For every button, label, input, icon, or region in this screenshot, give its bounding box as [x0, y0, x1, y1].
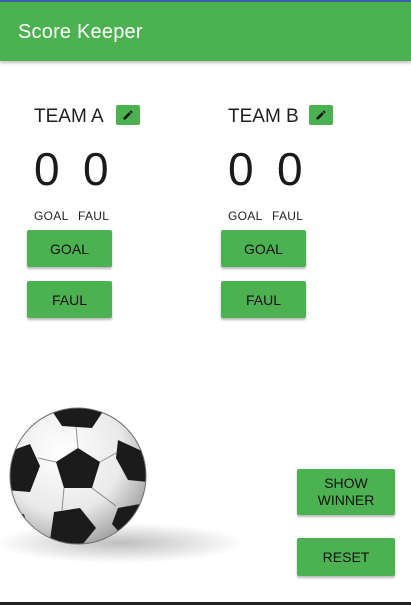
- pencil-icon: [316, 110, 326, 120]
- team-a-goal-score: 0: [34, 143, 60, 195]
- team-b-panel: TEAM B 0 0 GOAL FAUL GOAL FAUL: [221, 100, 408, 330]
- soccer-ball-image: [0, 407, 245, 563]
- show-winner-button[interactable]: SHOW WINNER: [297, 469, 395, 515]
- reset-button[interactable]: RESET: [297, 538, 395, 576]
- team-a-goal-label: GOAL: [34, 209, 69, 223]
- show-winner-label: SHOW WINNER: [317, 475, 375, 508]
- app-bar: Score Keeper: [0, 0, 411, 61]
- team-a-edit-button[interactable]: [116, 105, 140, 125]
- team-a-faul-label: FAUL: [78, 209, 110, 223]
- team-a-faul-score: 0: [83, 143, 109, 195]
- team-b-name: TEAM B: [228, 106, 299, 127]
- team-a-faul-button[interactable]: FAUL: [27, 281, 112, 318]
- team-b-goal-label: GOAL: [228, 209, 263, 223]
- team-a-name: TEAM A: [34, 106, 104, 127]
- team-b-goal-button[interactable]: GOAL: [221, 230, 306, 267]
- team-b-edit-button[interactable]: [309, 105, 333, 125]
- team-b-goal-score: 0: [228, 143, 254, 195]
- team-a-panel: TEAM A 0 0 GOAL FAUL GOAL FAUL: [27, 100, 214, 330]
- app-title: Score Keeper: [18, 21, 143, 43]
- team-b-faul-button[interactable]: FAUL: [221, 281, 306, 318]
- team-b-faul-score: 0: [277, 143, 303, 195]
- team-a-goal-button[interactable]: GOAL: [27, 230, 112, 267]
- pencil-icon: [123, 110, 133, 120]
- team-b-faul-label: FAUL: [272, 209, 304, 223]
